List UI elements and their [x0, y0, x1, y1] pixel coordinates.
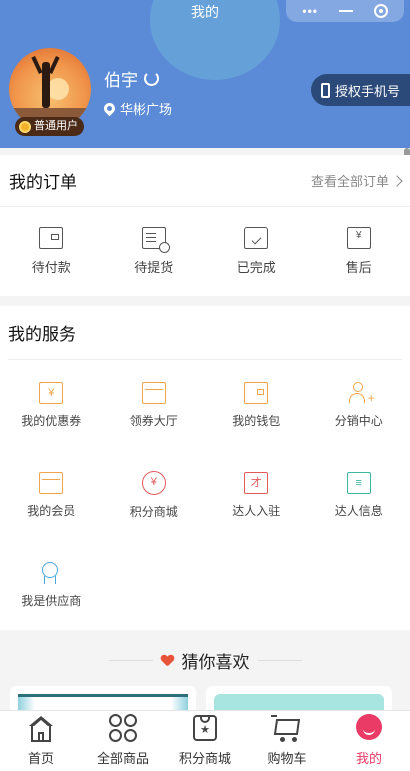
service-label: 我的优惠券 [21, 413, 82, 428]
phone-icon [321, 82, 330, 98]
view-all-orders-link[interactable]: 查看全部订单 [310, 171, 403, 190]
service-label: 我的钱包 [232, 413, 281, 428]
home-icon [25, 713, 57, 743]
tab-label: 积分商城 [178, 751, 231, 766]
id-card-icon: ≡ [346, 471, 371, 494]
service-talent-info[interactable]: ≡ 达人信息 [308, 450, 410, 540]
member-card-icon [39, 471, 64, 494]
tab-cart[interactable]: 购物车 [246, 711, 328, 771]
username-row: 伯宇 [104, 66, 159, 91]
chevron-right-icon [391, 174, 403, 187]
tab-home[interactable]: 首页 [0, 711, 82, 771]
order-item-label: 已完成 [236, 259, 276, 275]
username: 伯宇 [104, 71, 138, 90]
service-supplier[interactable]: 我是供应商 [0, 540, 103, 630]
order-item-label: 待付款 [31, 259, 71, 275]
tab-label: 购物车 [267, 751, 307, 766]
member-level: 普通用户 [34, 120, 78, 132]
authorize-phone-label: 授权手机号 [335, 83, 401, 99]
avatar-arm [31, 55, 43, 75]
divider [108, 660, 153, 661]
service-label: 我的会员 [27, 503, 76, 518]
service-label: 积分商城 [129, 504, 178, 519]
talent-icon: 才 [244, 471, 269, 494]
service-coupon-hall[interactable]: 领券大厅 [103, 360, 206, 450]
avatar-person [42, 62, 50, 108]
services-header: 我的服务 [8, 306, 402, 360]
avatar-arm [48, 55, 60, 75]
tab-all-products[interactable]: 全部商品 [82, 711, 164, 771]
minimize-icon[interactable] [338, 10, 353, 12]
order-completed[interactable]: 已完成 [205, 207, 308, 295]
order-pending-payment[interactable]: 待付款 [0, 207, 103, 295]
avatar-sun [47, 78, 69, 100]
tab-profile[interactable]: 我的 [328, 711, 410, 771]
authorize-phone-button[interactable]: 授权手机号 [311, 74, 410, 106]
medal-icon [39, 561, 63, 584]
profile-icon [353, 713, 385, 743]
view-all-orders-label: 查看全部订单 [310, 174, 389, 189]
tab-label: 首页 [27, 751, 54, 766]
orders-title: 我的订单 [9, 173, 77, 192]
mini-program-capsule[interactable]: ••• [286, 0, 404, 22]
orders-header: 我的订单 查看全部订单 [0, 155, 410, 207]
heart-icon [161, 655, 174, 667]
wallet-icon [244, 381, 269, 404]
cart-icon [271, 713, 303, 743]
tab-label: 全部商品 [96, 751, 149, 766]
profile-header: 我的 ••• 普通用户 伯宇 华彬广场 授权手机号 [0, 0, 410, 148]
services-grid: ¥ 我的优惠券 领券大厅 我的钱包 + 分销中心 我的会员 ¥ 积分商城 才 达… [0, 360, 410, 630]
order-item-label: 售后 [345, 259, 372, 275]
service-points-mall[interactable]: ¥ 积分商城 [103, 450, 206, 540]
guess-you-like-section: 猜你喜欢 [0, 630, 410, 719]
wallet-icon [39, 226, 64, 249]
document-clock-icon [141, 226, 170, 253]
services-title: 我的服务 [8, 325, 76, 344]
tab-points-mall[interactable]: ★ 积分商城 [164, 711, 246, 771]
orders-card: 我的订单 查看全部订单 待付款 待提货 已完成 ¥ 售后 [0, 155, 410, 296]
service-label: 我是供应商 [21, 593, 82, 608]
box-check-icon [244, 226, 269, 249]
service-my-membership[interactable]: 我的会员 [0, 450, 103, 540]
bag-star-icon: ★ [189, 713, 221, 743]
yen-circle-icon: ¥ [141, 470, 166, 495]
user-add-icon: + [347, 381, 375, 404]
bottom-tab-bar: 首页 全部商品 ★ 积分商城 购物车 我的 [0, 710, 410, 771]
member-badge: 普通用户 [15, 117, 84, 136]
coupon-icon: ¥ [39, 381, 64, 404]
tab-label: 我的 [355, 751, 382, 766]
service-distribution-center[interactable]: + 分销中心 [308, 360, 410, 450]
coin-icon [19, 120, 31, 133]
guess-title-row: 猜你喜欢 [0, 648, 410, 673]
close-target-icon[interactable] [373, 4, 388, 18]
service-label: 达人信息 [334, 503, 383, 518]
service-label: 领券大厅 [129, 413, 178, 428]
guess-title: 猜你喜欢 [181, 653, 250, 672]
card-icon [141, 381, 166, 404]
service-my-coupons[interactable]: ¥ 我的优惠券 [0, 360, 103, 450]
order-item-label: 待提货 [134, 259, 174, 275]
order-status-row: 待付款 待提货 已完成 ¥ 售后 [0, 207, 410, 295]
location-row[interactable]: 华彬广场 [101, 99, 173, 118]
location-name: 华彬广场 [120, 102, 173, 117]
service-label: 分销中心 [334, 413, 383, 428]
location-pin-icon [101, 100, 118, 117]
more-icon[interactable]: ••• [302, 0, 318, 22]
refresh-icon[interactable] [144, 71, 159, 86]
service-my-wallet[interactable]: 我的钱包 [205, 360, 308, 450]
order-pending-pickup[interactable]: 待提货 [103, 207, 206, 295]
yen-return-icon: ¥ [346, 226, 371, 249]
services-card: 我的服务 ¥ 我的优惠券 领券大厅 我的钱包 + 分销中心 我的会员 ¥ 积分商… [0, 306, 410, 630]
order-after-sale[interactable]: ¥ 售后 [308, 207, 410, 295]
service-talent-join[interactable]: 才 达人入驻 [205, 450, 308, 540]
grid-icon [107, 713, 139, 743]
service-label: 达人入驻 [232, 503, 281, 518]
divider [257, 660, 302, 661]
